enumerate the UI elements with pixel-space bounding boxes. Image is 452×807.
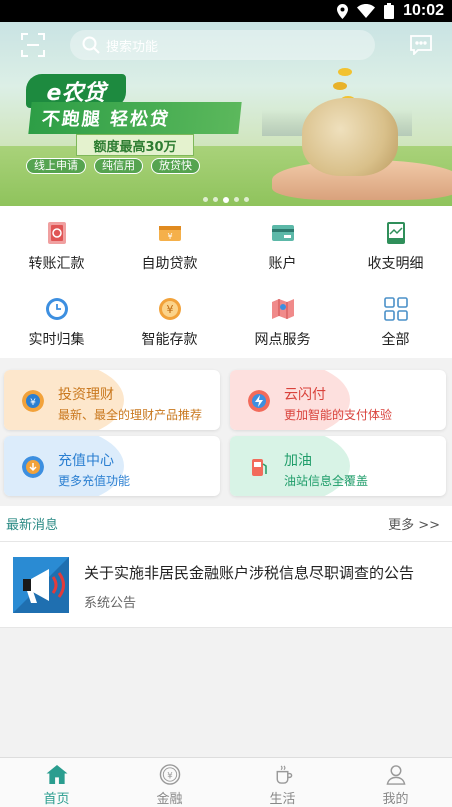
carousel-dot[interactable] <box>244 197 249 202</box>
grid-icon <box>383 297 408 321</box>
function-transfer[interactable]: 转账汇款 <box>0 206 113 282</box>
search-input[interactable]: 搜索功能 <box>70 30 375 60</box>
svg-text:¥: ¥ <box>166 303 173 316</box>
clock-time: 10:02 <box>403 2 444 19</box>
svg-text:¥: ¥ <box>30 398 36 408</box>
loan-icon: ¥ <box>158 226 181 241</box>
function-label: 网点服务 <box>254 332 311 348</box>
carousel-dot[interactable] <box>234 197 239 202</box>
card-subtitle: 更加智能的支付体验 <box>284 408 393 422</box>
news-section-title: 最新消息 <box>6 518 59 533</box>
function-label: 转账汇款 <box>28 256 85 272</box>
card-fuel[interactable]: 加油 油站信息全覆盖 <box>230 436 446 496</box>
message-icon[interactable] <box>410 35 432 55</box>
function-grid: 转账汇款 ¥ 自助贷款 账户 收支明细 实时归集 ¥ 智能存款 网点服务 全部 <box>0 206 452 358</box>
banner-tag: 线上申请 <box>26 158 86 174</box>
card-recharge[interactable]: 充值中心 更多充值功能 <box>4 436 220 496</box>
carousel-dot-active[interactable] <box>223 197 229 203</box>
tab-label: 我的 <box>382 792 409 807</box>
map-icon <box>271 299 294 319</box>
function-statement[interactable]: 收支明细 <box>339 206 452 282</box>
function-collection[interactable]: 实时归集 <box>0 282 113 358</box>
card-subtitle: 最新、最全的理财产品推荐 <box>58 408 203 422</box>
megaphone-icon <box>13 557 69 613</box>
location-icon <box>337 3 349 19</box>
clock-icon <box>45 298 68 320</box>
yuan-circle-icon: ¥ <box>159 764 180 785</box>
card-title: 投资理财 <box>58 387 114 403</box>
function-label: 实时归集 <box>28 332 85 348</box>
coffee-cup-icon <box>276 765 292 784</box>
tab-finance[interactable]: ¥ 金融 <box>113 758 226 807</box>
function-account[interactable]: 账户 <box>226 206 339 282</box>
recharge-icon <box>22 456 44 478</box>
lightning-icon <box>248 390 270 412</box>
banner-limit: 额度最高30万 <box>76 134 194 156</box>
carousel-indicator <box>0 197 452 203</box>
user-icon <box>386 765 405 785</box>
wifi-icon <box>357 4 376 18</box>
card-subtitle: 更多充值功能 <box>58 474 131 488</box>
tab-label: 金融 <box>156 792 183 807</box>
function-label: 收支明细 <box>367 256 424 272</box>
scan-icon[interactable] <box>20 32 46 58</box>
battery-icon <box>384 3 395 19</box>
function-all[interactable]: 全部 <box>339 282 452 358</box>
function-label: 自助贷款 <box>141 256 198 272</box>
function-label: 账户 <box>268 256 297 272</box>
search-placeholder: 搜索功能 <box>106 39 159 55</box>
function-smart-deposit[interactable]: ¥ 智能存款 <box>113 282 226 358</box>
yuan-coin-icon: ¥ <box>158 298 181 320</box>
function-label: 全部 <box>381 332 410 348</box>
news-category: 系统公告 <box>84 596 137 611</box>
card-investment[interactable]: ¥ 投资理财 最新、最全的理财产品推荐 <box>4 370 220 430</box>
function-loan[interactable]: ¥ 自助贷款 <box>113 206 226 282</box>
news-item[interactable]: 关于实施非居民金融账户涉税信息尽职调查的公告 系统公告 <box>0 542 452 628</box>
banner-slogan: 不跑腿 轻松贷 <box>28 102 242 134</box>
tab-life[interactable]: 生活 <box>226 758 339 807</box>
yuan-coin-icon: ¥ <box>22 390 44 412</box>
tab-home[interactable]: 首页 <box>0 758 113 807</box>
carousel-dot[interactable] <box>213 197 218 202</box>
promo-banner[interactable]: 搜索功能 e农贷 不跑腿 轻松贷 额度最高30万 线上申请 纯信用 放贷快 <box>0 22 452 206</box>
statement-icon <box>386 222 405 244</box>
account-card-icon <box>271 225 294 241</box>
news-more-link[interactable]: 更多 >> <box>388 514 440 533</box>
function-label: 智能存款 <box>141 332 198 348</box>
carousel-dot[interactable] <box>203 197 208 202</box>
tab-label: 首页 <box>43 792 70 807</box>
svg-text:¥: ¥ <box>167 232 172 241</box>
banner-tag: 纯信用 <box>94 158 143 174</box>
status-bar: 10:02 <box>0 0 452 22</box>
news-header: 最新消息 更多 >> <box>0 506 452 542</box>
card-subtitle: 油站信息全覆盖 <box>284 474 369 488</box>
function-branch-service[interactable]: 网点服务 <box>226 282 339 358</box>
search-icon <box>82 36 100 54</box>
tab-mine[interactable]: 我的 <box>339 758 452 807</box>
news-title: 关于实施非居民金融账户涉税信息尽职调查的公告 <box>84 564 415 582</box>
svg-text:¥: ¥ <box>167 771 173 781</box>
card-title: 云闪付 <box>284 387 326 403</box>
home-icon <box>46 764 67 785</box>
money-bag-image <box>302 98 398 176</box>
tab-label: 生活 <box>269 792 296 807</box>
card-title: 加油 <box>284 453 312 469</box>
fuel-pump-icon <box>252 459 267 476</box>
bottom-tab-bar: 首页 ¥ 金融 生活 我的 <box>0 757 452 807</box>
card-quickpass[interactable]: 云闪付 更加智能的支付体验 <box>230 370 446 430</box>
transfer-icon <box>47 222 66 244</box>
news-thumbnail <box>13 557 69 613</box>
banner-tag: 放贷快 <box>151 158 200 174</box>
banner-tags: 线上申请 纯信用 放贷快 <box>26 158 200 174</box>
card-title: 充值中心 <box>58 453 114 469</box>
